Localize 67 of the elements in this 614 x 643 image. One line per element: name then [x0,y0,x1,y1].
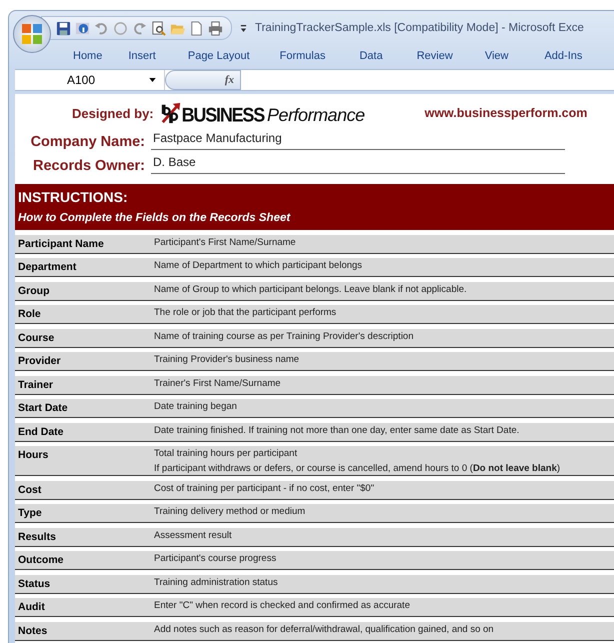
field-name: Type [17,506,43,519]
field-description: If participant withdraws or defers, or course is cancelled, amend hours to 0 (Do not leave blank) [154,463,560,475]
ribbon-tab[interactable]: Home [61,46,116,66]
logo-text: Performance [267,105,365,125]
field-label: Records Owner: [32,158,146,174]
field-name: Course [17,330,56,344]
field-description: Training administration status [154,576,278,588]
field-description: Enter "C" when record is checked and confirmed as accurate [154,600,410,612]
field-description: Participant's course progress [154,553,276,565]
name-box[interactable]: A100 [15,70,165,90]
logo-mark-icon [160,101,182,125]
field-description: Total training hours per participant [154,448,298,460]
field-name: Cost [17,482,42,496]
field-description: Training Provider's business name [154,354,300,366]
field-name: Results [17,530,57,542]
field-description: Name of Department to which participant belongs [154,260,362,272]
field-name: Trainer [17,378,54,390]
field-label: Company Name: [30,134,146,150]
field-description: Participant's First Name/Surname [154,236,296,248]
field-name: Status [17,576,52,590]
field-value[interactable]: Fastpace Manufacturing [151,131,565,150]
field-name: Outcome [17,553,65,566]
field-description: Date training finished. If training not more than one day, enter same date as Start Date. [154,424,520,436]
field-value[interactable]: D. Base [151,155,565,174]
window-title: TrainingTrackerSample.xls [Compatibility Mode] - Microsoft Exce [255,22,584,34]
office-logo-icon [21,23,43,45]
field-description: The role or job that the participant performs [154,307,336,319]
ribbon-tab[interactable]: Add-Ins [532,46,594,66]
insert-function-button[interactable]: fx [224,74,234,86]
ribbon-tab[interactable]: Insert [116,46,176,66]
field-name: Start Date [17,401,69,414]
ribbon-tab[interactable]: Review [404,46,473,66]
field-name: Role [17,307,42,320]
website-text: www.businessperform.com [424,106,588,120]
field-description: Name of Group to which participant belongs. Leave blank if not applicable. [154,284,467,296]
logo-text: BUSINESS [182,104,264,126]
new-document-icon[interactable] [189,20,204,36]
field-description: Trainer's First Name/Surname [154,378,281,390]
undo-icon[interactable] [94,20,109,36]
field-description: Assessment result [154,530,232,542]
field-name: End Date [17,424,65,438]
ribbon-tab[interactable]: Data [347,46,405,66]
field-description: Training delivery method or medium [154,506,306,518]
print-preview-icon[interactable] [151,20,166,36]
field-name: Audit [17,600,46,613]
field-name: Notes [17,624,48,636]
dropdown-caret-icon[interactable] [149,78,156,82]
field-description: Date training began [154,401,237,413]
field-name: Participant Name [17,236,105,250]
field-description: Add notes such as reason for deferral/withdrawal, qualification gained, and so on [154,624,494,636]
save-icon[interactable] [56,20,71,36]
ribbon-tab[interactable]: View [472,46,532,66]
ribbon-tab[interactable]: Page Layout [176,46,268,66]
field-description: Cost of training per participant - if no cost, enter "$0" [154,482,374,494]
office-button[interactable] [13,15,51,53]
info-icon[interactable] [75,20,90,36]
customize-caret-icon[interactable] [240,24,247,32]
field-name: Group [17,284,50,296]
instructions-subtitle: How to Complete the Fields on the Records Sheet [18,212,292,224]
ribbon-tab[interactable]: Formulas [268,46,348,66]
instructions-title: INSTRUCTIONS: [18,190,129,204]
designed-by-label: Designed by: [72,106,154,120]
field-name: Department [17,260,78,273]
print-icon[interactable] [208,20,223,36]
field-description: Name of training course as per Training Provider's description [154,330,414,342]
field-name: Hours [17,448,50,461]
field-name: Provider [17,354,62,367]
